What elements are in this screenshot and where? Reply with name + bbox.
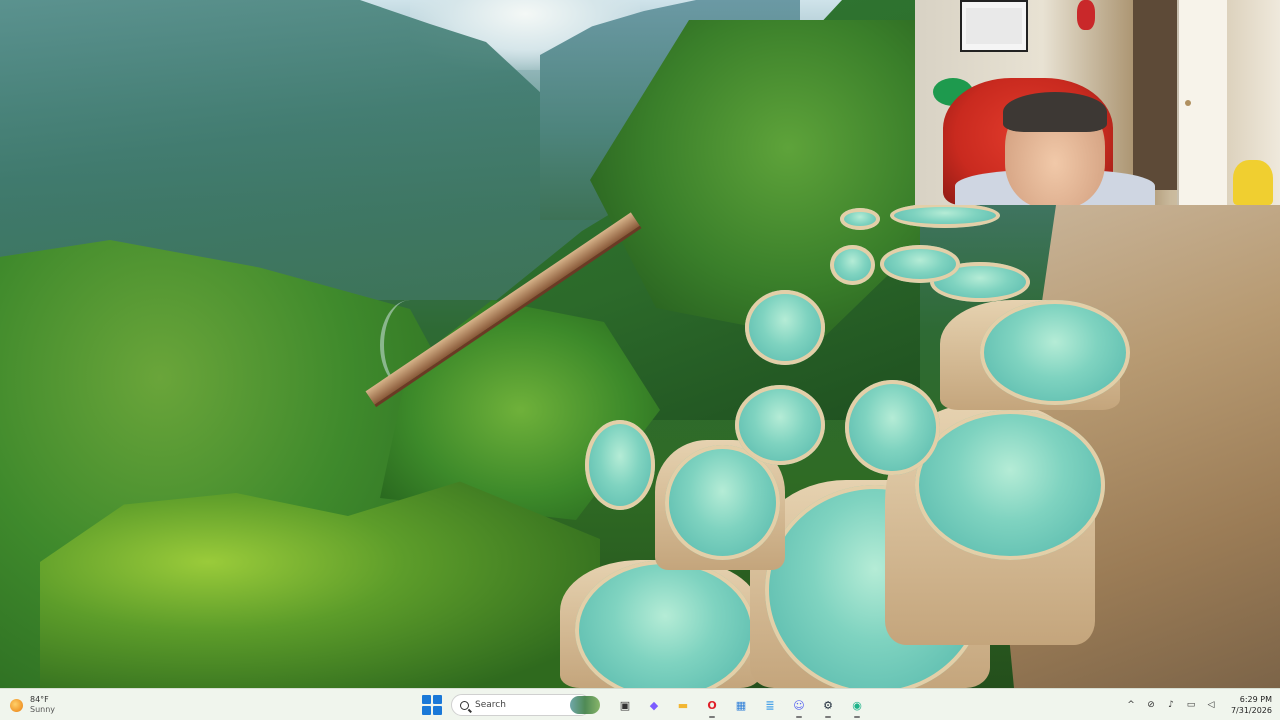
opera-button[interactable]: O xyxy=(702,695,722,718)
weather-text: 84°F Sunny xyxy=(30,695,55,715)
recorder-icon: ◉ xyxy=(852,698,862,712)
doorway xyxy=(1133,0,1177,190)
start-button[interactable] xyxy=(422,695,442,715)
speaker-icon[interactable]: ◁ xyxy=(1205,700,1217,710)
display-icon[interactable]: ▭ xyxy=(1185,700,1197,710)
opera-icon: O xyxy=(707,698,717,712)
clock[interactable]: 6:29 PM 7/31/2026 xyxy=(1231,694,1272,716)
weather-temperature: 84°F xyxy=(30,695,49,704)
wallpaper-pool xyxy=(880,245,960,283)
security-icon[interactable]: ⊘ xyxy=(1145,700,1157,710)
task-view-icon: ▣ xyxy=(619,698,631,712)
taskbar-center: Search ▣ ◆ ▬ O ▦ ≣ ☺ ⚙ ◉ xyxy=(422,692,867,718)
yellow-plush xyxy=(1233,160,1273,205)
sun-icon xyxy=(10,698,23,712)
person-hair xyxy=(1003,92,1107,132)
wallpaper-pool xyxy=(745,290,825,365)
search-icon xyxy=(460,700,469,710)
wallpaper-pool xyxy=(840,208,880,230)
photos-button[interactable]: ▦ xyxy=(731,695,751,715)
wallpaper-pool xyxy=(735,385,825,465)
windows-logo-icon xyxy=(422,695,442,715)
notepad-icon: ≣ xyxy=(765,698,775,712)
wallpaper-pool xyxy=(890,203,1000,228)
file-explorer-button[interactable]: ▬ xyxy=(673,695,693,715)
folder-icon: ▬ xyxy=(677,698,689,712)
wallpaper-pool xyxy=(830,245,875,285)
steam-icon: ⚙ xyxy=(823,698,833,712)
chevron-up-icon[interactable]: ^ xyxy=(1125,700,1137,710)
wallpaper-pool xyxy=(915,410,1105,560)
taskbar: 84°F Sunny Search ▣ ◆ ▬ O ▦ ≣ ☺ ⚙ ◉ ^ ⊘ … xyxy=(0,688,1280,720)
recorder-button[interactable]: ◉ xyxy=(847,695,867,718)
search-highlight-image xyxy=(570,696,600,714)
weather-widget[interactable]: 84°F Sunny xyxy=(10,693,55,717)
wallpaper-pool xyxy=(575,560,755,688)
webcam-overlay xyxy=(915,0,1280,205)
notepad-button[interactable]: ≣ xyxy=(760,695,780,715)
clock-time: 6:29 PM xyxy=(1239,695,1272,704)
taskbar-search-box[interactable]: Search xyxy=(451,694,600,716)
wallpaper-pool xyxy=(980,300,1130,405)
copilot-button[interactable]: ◆ xyxy=(644,695,664,715)
weather-condition: Sunny xyxy=(30,705,56,714)
photos-icon: ▦ xyxy=(735,698,747,712)
clock-date: 7/31/2026 xyxy=(1230,706,1272,715)
steam-button[interactable]: ⚙ xyxy=(818,695,838,718)
wall-mask xyxy=(1077,0,1095,30)
copilot-icon: ◆ xyxy=(649,698,659,712)
wall-frame xyxy=(960,0,1028,52)
task-view-button[interactable]: ▣ xyxy=(615,695,635,715)
search-placeholder: Search xyxy=(475,700,506,710)
wallpaper-pool xyxy=(845,380,940,475)
system-tray: ^ ⊘ ♪ ▭ ◁ 6:29 PM 7/31/2026 xyxy=(1125,692,1272,718)
door-knob xyxy=(1185,100,1191,106)
discord-icon: ☺ xyxy=(793,698,805,712)
wallpaper-pool xyxy=(585,420,655,510)
discord-button[interactable]: ☺ xyxy=(789,695,809,718)
microphone-icon[interactable]: ♪ xyxy=(1165,700,1177,710)
